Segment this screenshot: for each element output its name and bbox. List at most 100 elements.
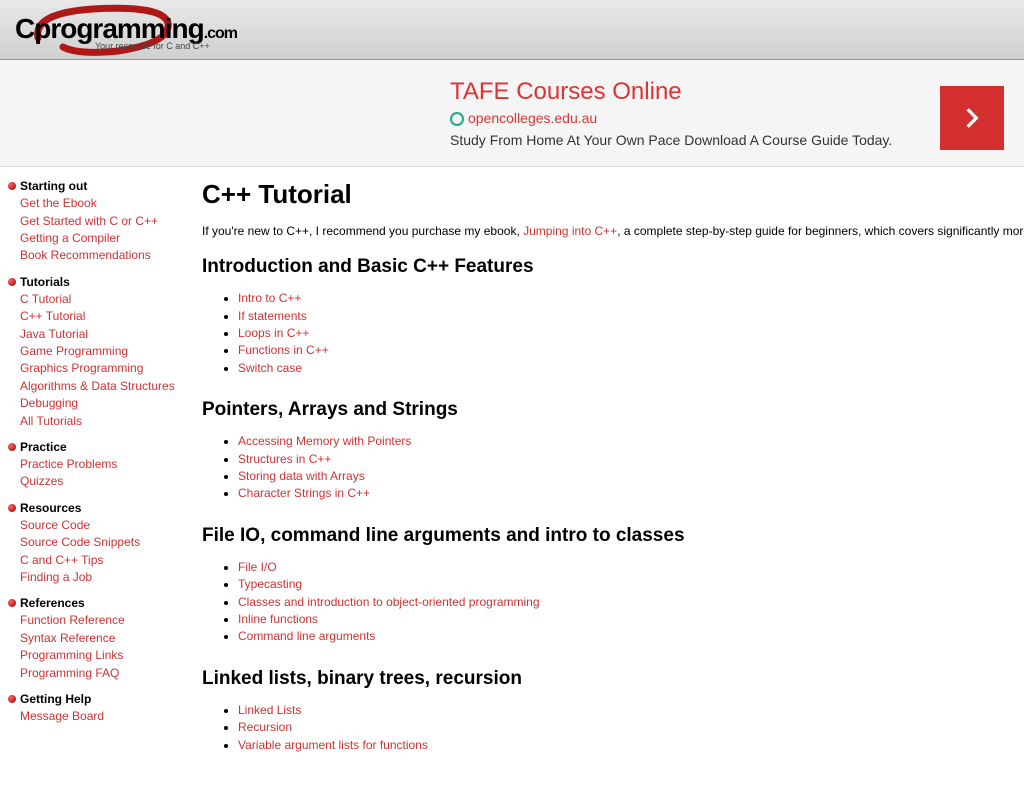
- logo-tagline: Your resource for C and C++: [95, 41, 210, 51]
- sidebar-section: Getting Help Message Board: [8, 692, 184, 725]
- sidebar-link[interactable]: Programming Links: [20, 647, 184, 664]
- list-item: Inline functions: [238, 611, 1024, 628]
- list-item: Functions in C++: [238, 342, 1024, 359]
- ad-url-icon: [450, 112, 464, 126]
- topic-link[interactable]: Functions in C++: [238, 343, 329, 357]
- sidebar-section: Tutorials C TutorialC++ TutorialJava Tuto…: [8, 275, 184, 430]
- sidebar-link[interactable]: Quizzes: [20, 473, 184, 490]
- list-item: Accessing Memory with Pointers: [238, 433, 1024, 450]
- topic-link[interactable]: Loops in C++: [238, 326, 309, 340]
- sidebar-link[interactable]: Game Programming: [20, 343, 184, 360]
- sidebar-link[interactable]: C and C++ Tips: [20, 552, 184, 569]
- bullet-icon: [8, 504, 16, 512]
- topic-link[interactable]: Variable argument lists for functions: [238, 738, 428, 752]
- list-item: Character Strings in C++: [238, 485, 1024, 502]
- list-item: Switch case: [238, 360, 1024, 377]
- sidebar-link[interactable]: Graphics Programming: [20, 360, 184, 377]
- intro-paragraph: If you're new to C++, I recommend you pu…: [202, 224, 1024, 238]
- sidebar-link[interactable]: Algorithms & Data Structures: [20, 378, 184, 395]
- section-heading: File IO, command line arguments and intr…: [202, 525, 1024, 547]
- topic-link[interactable]: Classes and introduction to object-orien…: [238, 595, 540, 609]
- list-item: Structures in C++: [238, 451, 1024, 468]
- sidebar-links: Function ReferenceSyntax ReferenceProgra…: [20, 612, 184, 682]
- ad-url[interactable]: opencolleges.edu.au: [450, 110, 1004, 126]
- topic-link[interactable]: Recursion: [238, 720, 292, 734]
- sidebar-heading-text: Starting out: [20, 179, 87, 193]
- sidebar-heading-text: References: [20, 596, 85, 610]
- sidebar-link[interactable]: Debugging: [20, 395, 184, 412]
- topic-link[interactable]: If statements: [238, 309, 307, 323]
- main-content: C++ Tutorial If you're new to C++, I rec…: [192, 167, 1024, 796]
- chevron-right-icon: [959, 105, 985, 131]
- topic-link[interactable]: File I/O: [238, 560, 277, 574]
- list-item: File I/O: [238, 559, 1024, 576]
- sidebar-link[interactable]: Book Recommendations: [20, 247, 184, 264]
- topic-list: Intro to C++ If statements Loops in C++ Fun…: [238, 290, 1024, 377]
- sidebar-link[interactable]: Get the Ebook: [20, 195, 184, 212]
- topic-link[interactable]: Structures in C++: [238, 452, 331, 466]
- ad-banner: TAFE Courses Online opencolleges.edu.au …: [0, 60, 1024, 167]
- topic-link[interactable]: Inline functions: [238, 612, 318, 626]
- ad-title[interactable]: TAFE Courses Online: [450, 78, 1004, 106]
- sidebar-link[interactable]: Programming FAQ: [20, 665, 184, 682]
- list-item: If statements: [238, 308, 1024, 325]
- sidebar-link[interactable]: Get Started with C or C++: [20, 213, 184, 230]
- sidebar-links: Message Board: [20, 708, 184, 725]
- sidebar-links: Get the EbookGet Started with C or C++Ge…: [20, 195, 184, 265]
- section-heading: Pointers, Arrays and Strings: [202, 399, 1024, 421]
- list-item: Classes and introduction to object-orien…: [238, 594, 1024, 611]
- list-item: Storing data with Arrays: [238, 468, 1024, 485]
- section-heading: Introduction and Basic C++ Features: [202, 256, 1024, 278]
- sidebar-link[interactable]: Message Board: [20, 708, 184, 725]
- topic-link[interactable]: Typecasting: [238, 577, 302, 591]
- bullet-icon: [8, 182, 16, 190]
- sidebar-heading: Getting Help: [8, 692, 184, 706]
- list-item: Recursion: [238, 719, 1024, 736]
- topic-link[interactable]: Accessing Memory with Pointers: [238, 434, 411, 448]
- topic-link[interactable]: Storing data with Arrays: [238, 469, 365, 483]
- sidebar-link[interactable]: Finding a Job: [20, 569, 184, 586]
- sidebar-link[interactable]: Syntax Reference: [20, 630, 184, 647]
- sidebar-link[interactable]: Getting a Compiler: [20, 230, 184, 247]
- site-logo[interactable]: Cprogramming.com Your resource for C and…: [5, 5, 285, 55]
- sidebar-link[interactable]: Java Tutorial: [20, 326, 184, 343]
- topic-list: Accessing Memory with Pointers Structures…: [238, 433, 1024, 503]
- sidebar-section: References Function ReferenceSyntax Refer…: [8, 596, 184, 682]
- sidebar-heading-text: Tutorials: [20, 275, 70, 289]
- site-header: Cprogramming.com Your resource for C and…: [0, 0, 1024, 60]
- list-item: Command line arguments: [238, 628, 1024, 645]
- topic-link[interactable]: Character Strings in C++: [238, 486, 370, 500]
- sidebar-link[interactable]: Source Code Snippets: [20, 534, 184, 551]
- topic-list: File I/O Typecasting Classes and introduct…: [238, 559, 1024, 646]
- sidebar-links: C TutorialC++ TutorialJava TutorialGame …: [20, 291, 184, 430]
- topic-link[interactable]: Switch case: [238, 361, 302, 375]
- sidebar-link[interactable]: Function Reference: [20, 612, 184, 629]
- sidebar-heading: Tutorials: [8, 275, 184, 289]
- sidebar-nav: Starting out Get the EbookGet Started wit…: [0, 167, 192, 796]
- page-title: C++ Tutorial: [202, 179, 1024, 210]
- bullet-icon: [8, 599, 16, 607]
- sidebar-link[interactable]: C Tutorial: [20, 291, 184, 308]
- bullet-icon: [8, 278, 16, 286]
- topic-link[interactable]: Command line arguments: [238, 629, 375, 643]
- section-heading: Linked lists, binary trees, recursion: [202, 668, 1024, 690]
- sidebar-heading: References: [8, 596, 184, 610]
- ad-cta-button[interactable]: [940, 86, 1004, 150]
- sidebar-section: Resources Source CodeSource Code Snippets…: [8, 501, 184, 587]
- sidebar-link[interactable]: Practice Problems: [20, 456, 184, 473]
- sidebar-links: Practice ProblemsQuizzes: [20, 456, 184, 491]
- sidebar-heading-text: Practice: [20, 440, 67, 454]
- sidebar-link[interactable]: C++ Tutorial: [20, 308, 184, 325]
- topic-link[interactable]: Linked Lists: [238, 703, 301, 717]
- intro-ebook-link[interactable]: Jumping into C++: [523, 224, 617, 238]
- topic-link[interactable]: Intro to C++: [238, 291, 301, 305]
- bullet-icon: [8, 443, 16, 451]
- list-item: Linked Lists: [238, 702, 1024, 719]
- list-item: Typecasting: [238, 576, 1024, 593]
- ad-description: Study From Home At Your Own Pace Downloa…: [450, 132, 1004, 148]
- sidebar-links: Source CodeSource Code SnippetsC and C++…: [20, 517, 184, 587]
- sidebar-heading-text: Resources: [20, 501, 81, 515]
- sidebar-link[interactable]: All Tutorials: [20, 413, 184, 430]
- sidebar-heading: Starting out: [8, 179, 184, 193]
- sidebar-link[interactable]: Source Code: [20, 517, 184, 534]
